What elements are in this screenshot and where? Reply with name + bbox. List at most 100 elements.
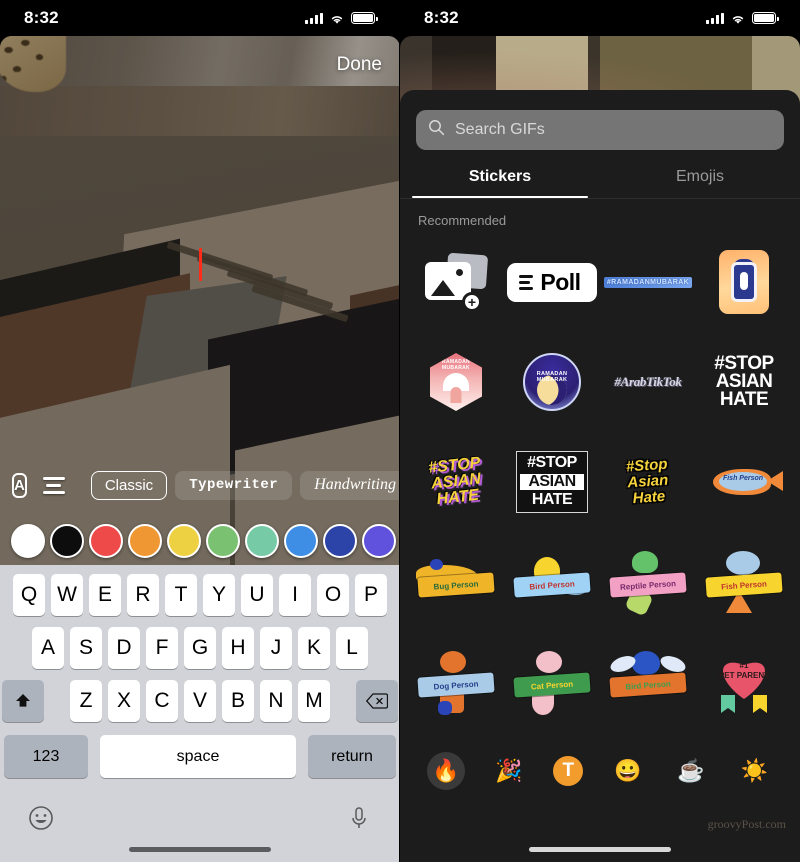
rail-sun-emoji[interactable]: ☀️ xyxy=(735,752,773,790)
color-swatch-mint[interactable] xyxy=(245,524,279,558)
stop-asian-hate-yellow-sticker[interactable]: #STOP ASIAN HATE xyxy=(408,432,504,532)
home-indicator-left xyxy=(129,847,271,852)
key-h[interactable]: H xyxy=(222,627,254,669)
ramadan-mubarak-mosque-sticker[interactable]: RAMADAN MUBARAK xyxy=(408,332,504,432)
rail-text-t-icon[interactable]: T xyxy=(553,756,584,786)
font-chip-classic[interactable]: Classic xyxy=(90,470,168,500)
key-k[interactable]: K xyxy=(298,627,330,669)
wifi-icon xyxy=(329,12,345,24)
color-swatch-green[interactable] xyxy=(206,524,240,558)
space-key[interactable]: space xyxy=(100,735,296,778)
font-chip-typewriter[interactable]: Typewriter xyxy=(175,470,293,500)
search-input-placeholder[interactable]: Search GIFs xyxy=(455,121,545,139)
color-swatch-white[interactable] xyxy=(11,524,45,558)
right-phone-sticker-picker: 8:32 Search GIFs Stickers Emojis Recomme… xyxy=(400,0,800,862)
stop-asian-hate-boxed-sticker[interactable]: #STOP ASIAN HATE xyxy=(504,432,600,532)
text-cursor-caret xyxy=(199,248,202,281)
key-z[interactable]: Z xyxy=(70,680,102,722)
letter-a-in-box-icon[interactable]: A xyxy=(12,472,27,498)
cat-person-sticker[interactable]: Cat Person xyxy=(504,632,600,732)
rail-party-popper-emoji[interactable]: 🎉 xyxy=(490,752,528,790)
key-r[interactable]: R xyxy=(127,574,159,616)
ios-keyboard: QWERTYUIOP ASDFGHJKL ZXCVBNM 123 space r… xyxy=(0,565,399,862)
color-swatch-dark-blue[interactable] xyxy=(323,524,357,558)
status-icons xyxy=(305,12,378,24)
battery-icon xyxy=(351,12,378,24)
status-icons xyxy=(706,12,779,24)
dual-phone-screenshot: 8:32 Done A Classic Typewriter Handwriti… xyxy=(0,0,800,862)
font-style-chips: Classic Typewriter Handwriting xyxy=(90,470,399,500)
return-key[interactable]: return xyxy=(308,735,396,778)
backspace-icon[interactable] xyxy=(356,680,398,722)
key-w[interactable]: W xyxy=(51,574,83,616)
status-bar-right: 8:32 xyxy=(400,0,800,36)
key-n[interactable]: N xyxy=(260,680,292,722)
key-x[interactable]: X xyxy=(108,680,140,722)
key-b[interactable]: B xyxy=(222,680,254,722)
arab-tiktok-sticker[interactable]: #ArabTikTok xyxy=(600,332,696,432)
poll-sticker[interactable]: Poll xyxy=(504,232,600,332)
rail-grinning-face-emoji[interactable]: 😀 xyxy=(609,752,647,790)
rail-fire-emoji[interactable]: 🔥 xyxy=(426,752,465,790)
key-o[interactable]: O xyxy=(317,574,349,616)
key-u[interactable]: U xyxy=(241,574,273,616)
key-m[interactable]: M xyxy=(298,680,330,722)
bird-person-blue-sticker[interactable]: Bird Person xyxy=(600,632,696,732)
reptile-person-sticker[interactable]: Reptile Person xyxy=(600,532,696,632)
key-j[interactable]: J xyxy=(260,627,292,669)
status-bar-left: 8:32 xyxy=(0,0,399,36)
key-t[interactable]: T xyxy=(165,574,197,616)
key-q[interactable]: Q xyxy=(13,574,45,616)
text-align-icon[interactable] xyxy=(42,476,65,494)
numbers-key[interactable]: 123 xyxy=(4,735,88,778)
key-f[interactable]: F xyxy=(146,627,178,669)
section-title-recommended: Recommended xyxy=(418,213,507,228)
done-button[interactable]: Done xyxy=(337,54,382,76)
key-l[interactable]: L xyxy=(336,627,368,669)
search-gifs-bar[interactable]: Search GIFs xyxy=(416,110,784,150)
rail-hot-beverage-emoji[interactable]: ☕ xyxy=(672,752,710,790)
search-magnifier-icon xyxy=(428,119,445,141)
cellular-bars-icon xyxy=(305,12,323,24)
ramadan-mubarak-moon-sticker[interactable]: RAMADAN MUBARAK xyxy=(504,332,600,432)
key-v[interactable]: V xyxy=(184,680,216,722)
key-i[interactable]: I xyxy=(279,574,311,616)
key-e[interactable]: E xyxy=(89,574,121,616)
tab-emojis[interactable]: Emojis xyxy=(600,168,800,198)
bug-person-sticker[interactable]: Bug Person xyxy=(408,532,504,632)
keyboard-row-2: ASDFGHJKL xyxy=(0,627,399,669)
fish-person-flat-sticker[interactable]: Fish Person xyxy=(696,432,792,532)
shift-arrow-icon[interactable] xyxy=(2,680,44,722)
color-swatch-purple[interactable] xyxy=(362,524,396,558)
smiley-face-icon[interactable] xyxy=(28,805,54,831)
key-c[interactable]: C xyxy=(146,680,178,722)
stop-asian-hate-script-sticker[interactable]: #Stop Asian Hate xyxy=(600,432,696,532)
keyboard-row-1: QWERTYUIOP xyxy=(0,574,399,616)
key-p[interactable]: P xyxy=(355,574,387,616)
key-y[interactable]: Y xyxy=(203,574,235,616)
tabs-divider xyxy=(400,198,800,199)
bird-person-sticker[interactable]: Bird Person xyxy=(504,532,600,632)
font-chip-handwriting[interactable]: Handwriting xyxy=(300,470,399,500)
dog-person-sticker[interactable]: Dog Person xyxy=(408,632,504,732)
left-phone-story-text-editor: 8:32 Done A Classic Typewriter Handwriti… xyxy=(0,0,400,862)
tab-stickers[interactable]: Stickers xyxy=(400,168,600,198)
key-g[interactable]: G xyxy=(184,627,216,669)
color-swatch-light-blue[interactable] xyxy=(284,524,318,558)
keyboard-row-4: 123 space return xyxy=(0,735,399,778)
color-swatch-black[interactable] xyxy=(50,524,84,558)
microphone-icon[interactable] xyxy=(346,805,372,831)
color-swatch-red[interactable] xyxy=(89,524,123,558)
fish-person-sticker[interactable]: Fish Person xyxy=(696,532,792,632)
color-swatch-yellow[interactable] xyxy=(167,524,201,558)
ramadan-lantern-sticker[interactable] xyxy=(696,232,792,332)
ramadan-mubarak-text-sticker[interactable]: #RAMADANMUBARAK xyxy=(600,232,696,332)
stop-asian-hate-white-sticker[interactable]: #STOP ASIAN HATE xyxy=(696,332,792,432)
pet-parent-ribbon-sticker[interactable]: #1 PET PARENT xyxy=(696,632,792,732)
key-s[interactable]: S xyxy=(70,627,102,669)
add-photo-sticker[interactable]: + xyxy=(408,232,504,332)
key-d[interactable]: D xyxy=(108,627,140,669)
key-a[interactable]: A xyxy=(32,627,64,669)
color-swatch-orange[interactable] xyxy=(128,524,162,558)
status-time: 8:32 xyxy=(424,8,459,27)
